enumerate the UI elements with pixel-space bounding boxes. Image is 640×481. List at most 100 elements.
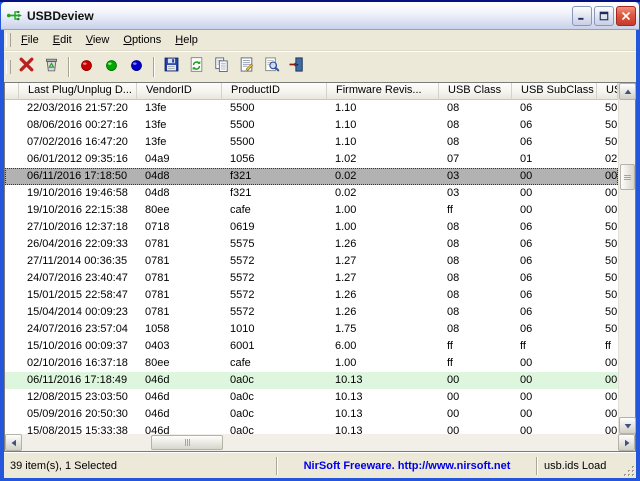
- table-row[interactable]: 27/10/2016 12:37:18071806191.00080650: [5, 219, 618, 236]
- table-row[interactable]: 27/11/2014 00:36:35078155721.27080650: [5, 253, 618, 270]
- table-row[interactable]: 22/03/2016 21:57:2013fe55001.10080650: [5, 100, 618, 117]
- minimize-button[interactable]: [572, 6, 592, 26]
- cell-vendor-id: 80ee: [136, 355, 221, 372]
- column-header-vendor-id[interactable]: VendorID: [137, 83, 222, 100]
- table-row[interactable]: 19/10/2016 19:46:5804d8f3210.02030000: [5, 185, 618, 202]
- column-header-spacer[interactable]: [5, 83, 19, 100]
- column-header-last-plug-unplug-date[interactable]: Last Plug/Unplug D...: [19, 83, 137, 100]
- close-button[interactable]: [616, 6, 636, 26]
- copy-icon: [213, 56, 230, 78]
- vscroll-up-arrow[interactable]: [619, 83, 636, 100]
- table-row[interactable]: 15/10/2016 00:09:37040360016.00ffffff: [5, 338, 618, 355]
- cell-firmware-revision: 1.00: [326, 355, 438, 372]
- rebar-grip[interactable]: [6, 60, 11, 74]
- cell-firmware-revision: 10.13: [326, 423, 438, 434]
- find-button[interactable]: [260, 56, 283, 79]
- exit-button[interactable]: [285, 56, 308, 79]
- cell-spacer: [5, 389, 18, 406]
- table-row[interactable]: 02/10/2016 16:37:1880eecafe1.00ff0000: [5, 355, 618, 372]
- table-row[interactable]: 07/02/2016 16:47:2013fe55001.10080650: [5, 134, 618, 151]
- disconnect-button[interactable]: [15, 56, 38, 79]
- cell-last-plug-unplug-date: 24/07/2016 23:57:04: [18, 321, 136, 338]
- hscroll-left-arrow[interactable]: [5, 434, 22, 451]
- blue-ball-button[interactable]: [125, 56, 148, 79]
- cell-spacer: [5, 236, 18, 253]
- save-button[interactable]: [160, 56, 183, 79]
- cell-usb-protocol: 50: [596, 219, 618, 236]
- cell-firmware-revision: 1.02: [326, 151, 438, 168]
- cell-last-plug-unplug-date: 26/04/2016 22:09:33: [18, 236, 136, 253]
- table-row[interactable]: 08/06/2016 00:27:1613fe55001.10080650: [5, 117, 618, 134]
- column-header-usb-class[interactable]: USB Class: [439, 83, 512, 100]
- cell-usb-protocol: 00: [596, 355, 618, 372]
- blue-ball-icon: [128, 56, 145, 78]
- vertical-scrollbar[interactable]: [618, 83, 635, 434]
- copy-button[interactable]: [210, 56, 233, 79]
- table-row[interactable]: 06/11/2016 17:18:5004d8f3210.02030000: [5, 168, 618, 185]
- cell-spacer: [5, 406, 18, 423]
- cell-usb-subclass: 06: [511, 236, 596, 253]
- menu-item-edit[interactable]: Edit: [46, 32, 79, 48]
- cell-usb-class: 08: [438, 304, 511, 321]
- cell-spacer: [5, 151, 18, 168]
- column-header-usb-subclass[interactable]: USB SubClass: [512, 83, 597, 100]
- cell-firmware-revision: 1.27: [326, 270, 438, 287]
- toolbar-separator: [68, 57, 70, 77]
- table-row[interactable]: 24/07/2016 23:57:04105810101.75080650: [5, 321, 618, 338]
- cell-vendor-id: 0403: [136, 338, 221, 355]
- menu-item-options[interactable]: Options: [116, 32, 168, 48]
- toolbar-separator: [153, 57, 155, 77]
- cell-spacer: [5, 134, 18, 151]
- table-row[interactable]: 15/01/2015 22:58:47078155721.26080650: [5, 287, 618, 304]
- cell-product-id: 0a0c: [221, 406, 326, 423]
- cell-vendor-id: 04a9: [136, 151, 221, 168]
- table-row[interactable]: 12/08/2015 23:03:50046d0a0c10.13000000: [5, 389, 618, 406]
- cell-vendor-id: 13fe: [136, 117, 221, 134]
- cell-usb-class: 08: [438, 287, 511, 304]
- column-header-firmware-revision[interactable]: Firmware Revis...: [327, 83, 439, 100]
- horizontal-scrollbar[interactable]: [5, 434, 635, 451]
- properties-button[interactable]: [235, 56, 258, 79]
- menu-item-help[interactable]: Help: [168, 32, 205, 48]
- table-row[interactable]: 24/07/2016 23:40:47078155721.27080650: [5, 270, 618, 287]
- maximize-button[interactable]: [594, 6, 614, 26]
- usb-plug-icon[interactable]: [6, 7, 23, 24]
- cell-firmware-revision: 0.02: [326, 168, 438, 185]
- table-row[interactable]: 05/09/2016 20:50:30046d0a0c10.13000000: [5, 406, 618, 423]
- nirsoft-link[interactable]: NirSoft Freeware. http://www.nirsoft.net: [278, 453, 536, 478]
- cell-usb-subclass: 06: [511, 134, 596, 151]
- cell-product-id: 6001: [221, 338, 326, 355]
- column-header-usb-protocol[interactable]: USB Protocol: [597, 83, 618, 100]
- cell-usb-protocol: 50: [596, 253, 618, 270]
- resize-grip-icon[interactable]: [622, 464, 636, 478]
- cell-spacer: [5, 270, 18, 287]
- table-row[interactable]: 06/11/2016 17:18:49046d0a0c10.13000000: [5, 372, 618, 389]
- cell-usb-class: 03: [438, 185, 511, 202]
- uninstall-button[interactable]: [40, 56, 63, 79]
- green-ball-icon: [103, 56, 120, 78]
- cell-product-id: 1010: [221, 321, 326, 338]
- menu-item-view[interactable]: View: [79, 32, 117, 48]
- table-row[interactable]: 15/04/2014 00:09:23078155721.26080650: [5, 304, 618, 321]
- hscroll-thumb[interactable]: [151, 435, 223, 450]
- refresh-button[interactable]: [185, 56, 208, 79]
- cell-usb-protocol: ff: [596, 338, 618, 355]
- table-row[interactable]: 19/10/2016 22:15:3880eecafe1.00ff0000: [5, 202, 618, 219]
- vscroll-thumb[interactable]: [620, 164, 635, 190]
- table-row[interactable]: 26/04/2016 22:09:33078155751.26080650: [5, 236, 618, 253]
- cell-usb-subclass: 00: [511, 185, 596, 202]
- green-ball-button[interactable]: [100, 56, 123, 79]
- table-row[interactable]: 15/08/2015 15:33:38046d0a0c10.13000000: [5, 423, 618, 434]
- rebar-grip[interactable]: [6, 33, 11, 47]
- cell-usb-protocol: 50: [596, 134, 618, 151]
- cell-product-id: 0a0c: [221, 423, 326, 434]
- cell-vendor-id: 80ee: [136, 202, 221, 219]
- red-ball-button[interactable]: [75, 56, 98, 79]
- column-header-product-id[interactable]: ProductID: [222, 83, 327, 100]
- table-row[interactable]: 06/01/2012 09:35:1604a910561.02070102: [5, 151, 618, 168]
- menu-item-file[interactable]: File: [14, 32, 46, 48]
- cell-usb-class: 08: [438, 100, 511, 117]
- hscroll-right-arrow[interactable]: [618, 434, 635, 451]
- vscroll-down-arrow[interactable]: [619, 417, 636, 434]
- cell-usb-class: 08: [438, 270, 511, 287]
